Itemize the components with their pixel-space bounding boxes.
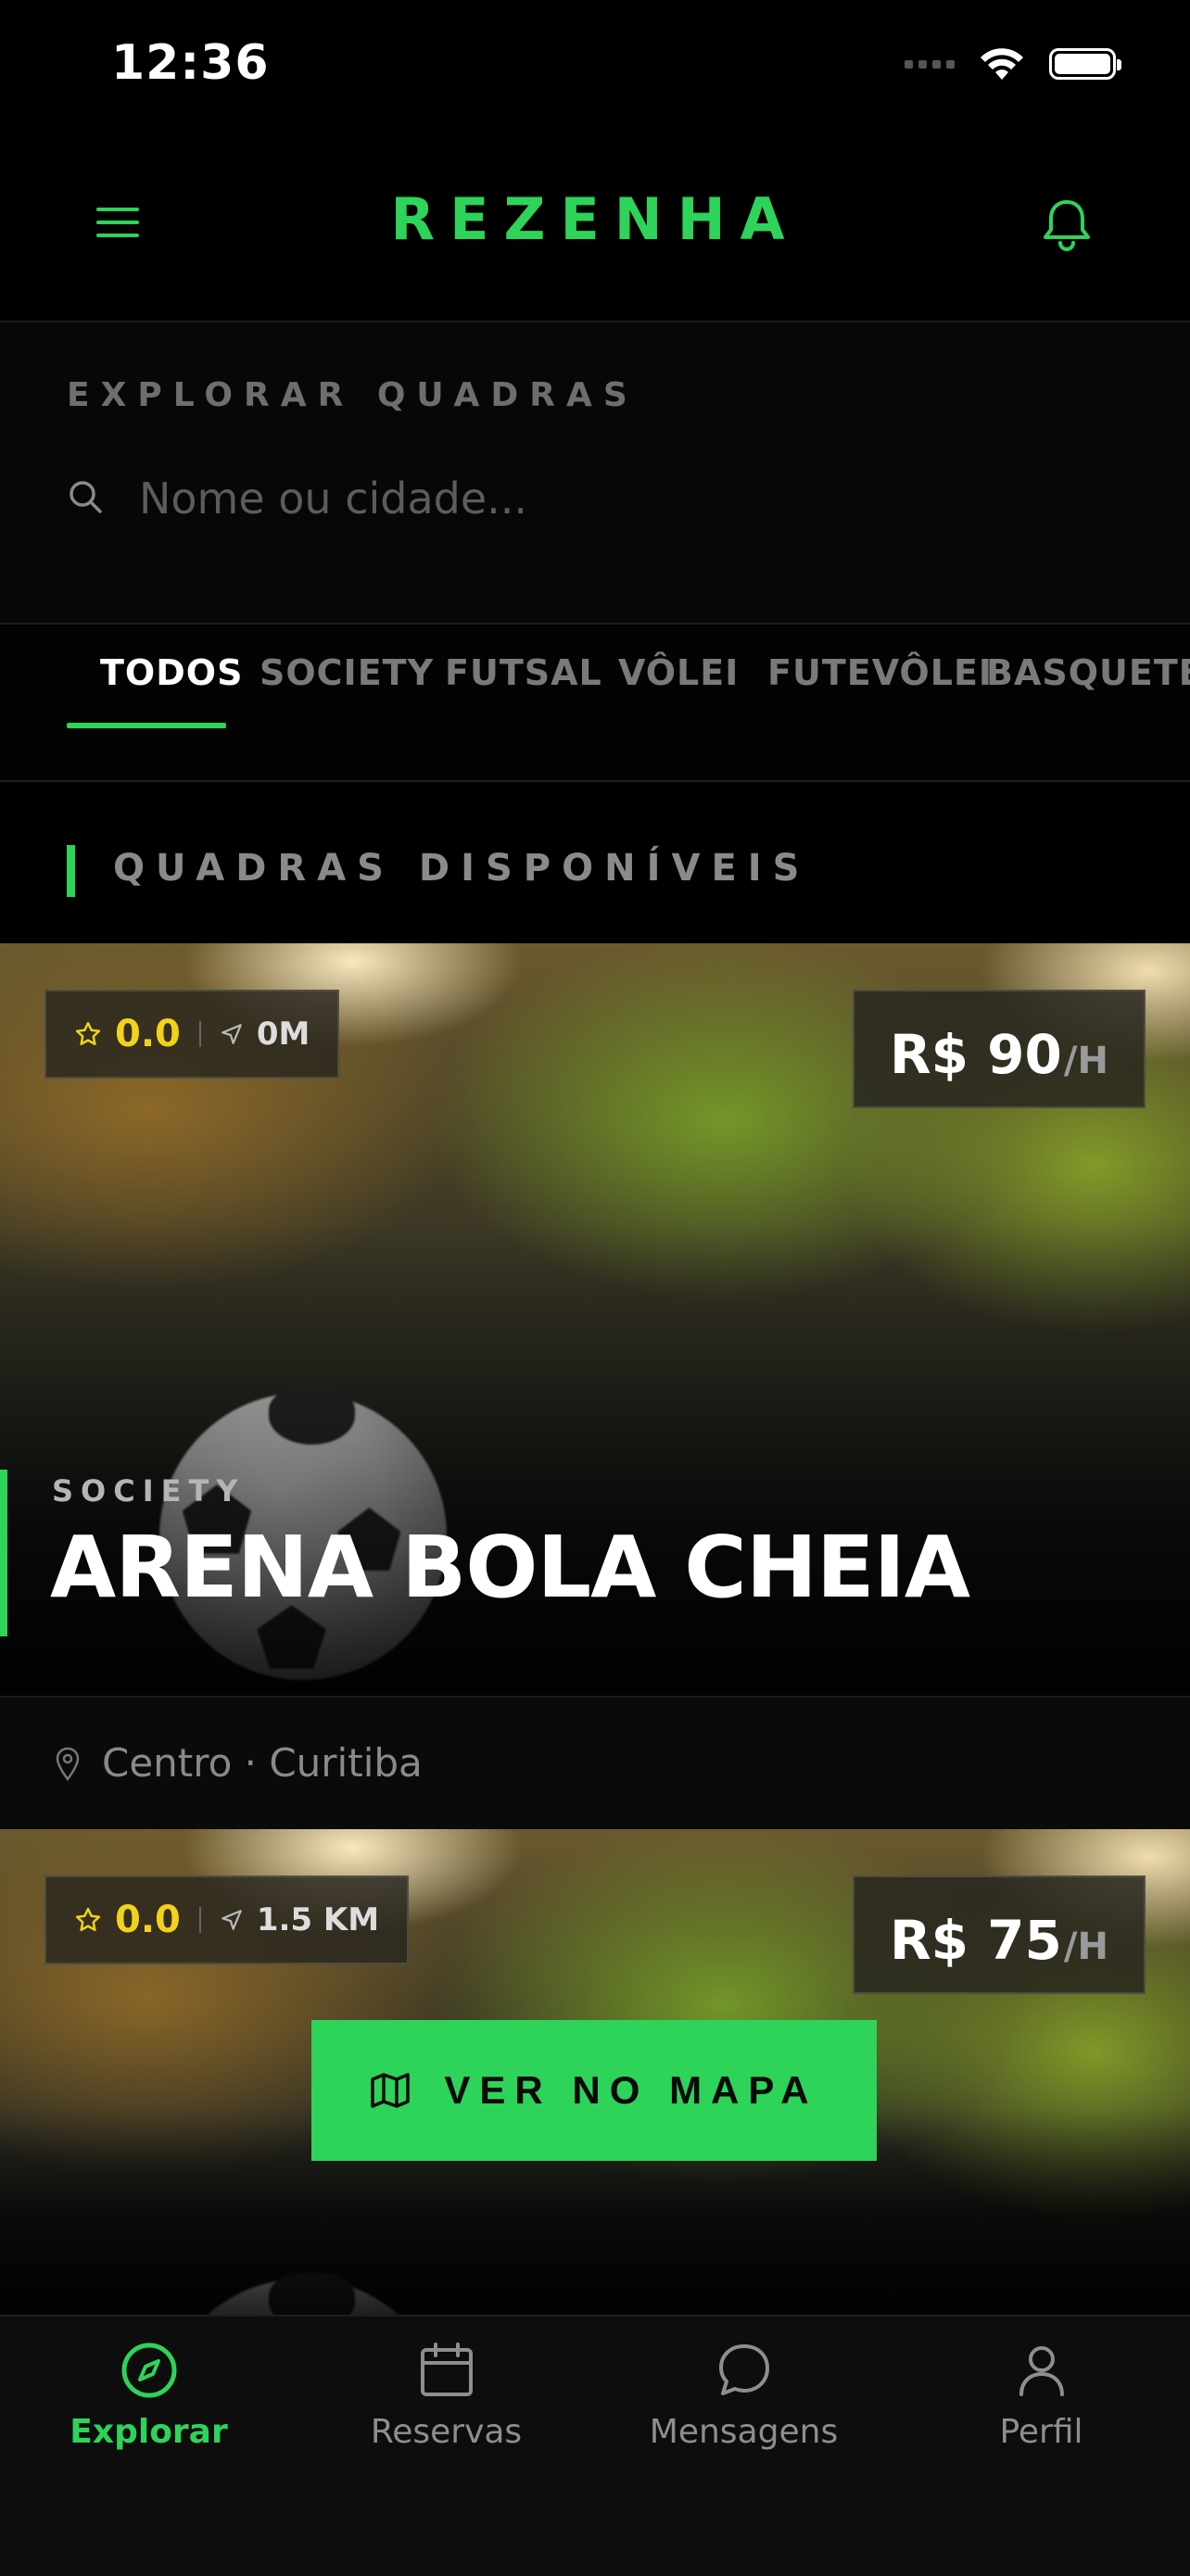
brand-logo: REZENHA	[390, 185, 800, 253]
explore-label: EXPLORAR QUADRAS	[67, 376, 639, 414]
nav-label: Mensagens	[649, 2413, 839, 2451]
court-location: Centro · Curitiba	[102, 1740, 423, 1786]
search-input[interactable]	[139, 461, 1121, 536]
star-icon	[75, 1021, 101, 1045]
nav-label: Perfil	[999, 2413, 1083, 2451]
price-unit: /H	[1063, 1040, 1108, 1082]
price-unit: /H	[1063, 1926, 1108, 1968]
view-on-map-button[interactable]: VER NO MAPA	[311, 2020, 877, 2161]
compass-icon	[121, 2342, 176, 2398]
search-icon	[70, 481, 102, 513]
status-icons	[905, 46, 1121, 82]
rating-value: 0.0	[115, 1899, 181, 1941]
price-badge: R$ 90 /H	[852, 990, 1146, 1108]
tab-volei[interactable]: VÔLEI	[618, 652, 739, 738]
tab-futsal[interactable]: FUTSAL	[445, 652, 602, 738]
notification-bell-icon[interactable]	[1040, 196, 1094, 252]
battery-icon	[1049, 48, 1121, 80]
nav-label: Explorar	[70, 2413, 228, 2451]
cellular-signal-icon	[905, 59, 955, 69]
tab-futevolei[interactable]: FUTEVÔLEI	[767, 652, 993, 738]
map-icon	[371, 2073, 411, 2108]
section-title: QUADRAS DISPONÍVEIS	[113, 847, 811, 890]
price-badge: R$ 75 /H	[852, 1875, 1146, 1994]
user-icon	[1019, 2346, 1064, 2396]
location-pin-icon	[56, 1747, 80, 1782]
navigation-arrow-icon	[222, 1910, 242, 1930]
nav-perfil[interactable]: Perfil	[892, 2317, 1190, 2483]
active-tab-indicator	[67, 723, 226, 728]
court-location-row: Centro · Curitiba	[0, 1696, 1190, 1831]
court-type: SOCIETY	[52, 1473, 246, 1509]
rating-badge: 0.0 1.5 KM	[44, 1875, 410, 1964]
calendar-icon	[420, 2342, 473, 2396]
price-value: R$ 90	[889, 1023, 1062, 1086]
rating-value: 0.0	[115, 1013, 181, 1055]
explore-section: EXPLORAR QUADRAS	[0, 322, 1190, 625]
section-header: QUADRAS DISPONÍVEIS	[0, 782, 1190, 943]
section-accent-bar	[67, 845, 75, 897]
tab-society[interactable]: SOCIETY	[260, 652, 434, 738]
nav-label: Reservas	[370, 2413, 523, 2451]
status-time: 12:36	[111, 35, 270, 91]
chat-bubble-icon	[718, 2344, 769, 2395]
distance-value: 0M	[256, 1016, 310, 1053]
distance-value: 1.5 KM	[256, 1901, 380, 1938]
view-on-map-label: VER NO MAPA	[444, 2068, 818, 2112]
bottom-navigation: Explorar Reservas Mensagens Perfil	[0, 2315, 1190, 2576]
court-name: ARENA BOLA CHEIA	[50, 1518, 970, 1617]
nav-reservas[interactable]: Reservas	[298, 2317, 595, 2483]
tab-basquete[interactable]: BASQUETE	[986, 652, 1190, 738]
star-icon	[75, 1907, 101, 1931]
status-bar: 12:36	[0, 0, 1190, 130]
category-tabs: TODOS SOCIETY FUTSAL VÔLEI FUTEVÔLEI BAS…	[0, 625, 1190, 782]
court-card-image[interactable]: 0.0 0M R$ 90 /H SOCIETY ARENA BOLA CHEIA	[0, 943, 1190, 1696]
card-accent-bar	[0, 1470, 7, 1636]
rating-badge: 0.0 0M	[44, 990, 340, 1079]
price-value: R$ 75	[889, 1909, 1062, 1972]
navigation-arrow-icon	[222, 1024, 242, 1044]
nav-explorar[interactable]: Explorar	[0, 2317, 298, 2483]
nav-mensagens[interactable]: Mensagens	[595, 2317, 892, 2483]
wifi-icon	[981, 48, 1023, 80]
